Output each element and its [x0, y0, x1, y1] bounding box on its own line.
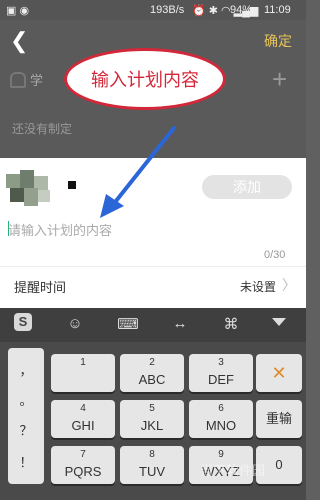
reenter-key[interactable]: 重输 [256, 400, 302, 438]
network-speed: 193B/s [150, 4, 185, 16]
key-number: 2 [149, 357, 155, 368]
chevron-left-icon[interactable]: ❮ [10, 28, 28, 54]
add-button[interactable]: 添加 [202, 175, 292, 199]
annotation-text: 输入计划内容 [91, 70, 199, 90]
command-icon[interactable]: ⌘ [219, 315, 243, 333]
char-counter: 0/30 [264, 249, 286, 261]
key-letters: DEF [208, 372, 234, 387]
key-number: 4 [80, 403, 86, 414]
punct-period-key[interactable]: 。 [8, 390, 44, 409]
key-number: 7 [80, 449, 86, 460]
empty-hint: 还没有制定 [12, 122, 73, 136]
key-letters: GHI [71, 418, 95, 433]
key-2[interactable]: 2 ABC [120, 354, 184, 392]
bell-icon [10, 72, 26, 88]
plan-content-input[interactable] [8, 220, 298, 240]
key-letters: ABC [138, 372, 166, 387]
key-number: 9 [218, 449, 224, 460]
key-number: 6 [218, 403, 224, 414]
key-number: 3 [218, 357, 224, 368]
keyboard-icon[interactable]: ⌨ [116, 315, 140, 333]
key-1[interactable]: 1 [51, 354, 115, 392]
emoji-icon[interactable]: ☺ [63, 315, 87, 332]
clock: 11:09 [264, 4, 291, 16]
plus-icon[interactable]: + [272, 64, 287, 95]
key-letters: PQRS [64, 464, 102, 479]
key-5[interactable]: 5 JKL [120, 400, 184, 438]
name-mark [68, 181, 76, 189]
status-bar: ▣ ◉ 193B/s ⏰ ✱ ◠ ▂▄▆ 94% 11:09 [0, 0, 306, 20]
punct-exclaim-key[interactable]: ！ [8, 452, 44, 471]
punct-question-key[interactable]: ？ [8, 420, 44, 439]
sogou-logo-icon[interactable]: S [14, 313, 32, 331]
battery-level: 94% [230, 4, 253, 16]
punct-comma-key[interactable]: ， [8, 360, 44, 379]
cursor-icon[interactable]: ↔ [168, 315, 192, 332]
reminder-label: 提醒时间 [14, 280, 67, 295]
key-number: 8 [149, 449, 155, 460]
key-3[interactable]: 3 DEF [189, 354, 253, 392]
study-label: 学 [30, 73, 44, 88]
delete-x-icon: ✕ [271, 363, 287, 383]
keyboard-toolbar [0, 308, 306, 342]
key-8[interactable]: 8 TUV [120, 446, 184, 484]
key-letters: MNO [205, 418, 237, 433]
watermark: 当下软件园 [200, 463, 266, 478]
key-7[interactable]: 7 PQRS [51, 446, 115, 484]
delete-key[interactable]: ✕ [256, 354, 302, 392]
key-4[interactable]: 4 GHI [51, 400, 115, 438]
key-6[interactable]: 6 MNO [189, 400, 253, 438]
reminder-value: 未设置 [240, 280, 277, 294]
key-number: 5 [149, 403, 155, 414]
text-cursor [8, 221, 9, 236]
key-letters: JKL [140, 418, 164, 433]
chevron-right-icon: 〉 [282, 277, 296, 293]
confirm-button[interactable]: 确定 [264, 31, 292, 51]
key-letters: TUV [139, 464, 165, 479]
avatar [6, 170, 56, 212]
hide-keyboard-icon[interactable] [272, 318, 286, 326]
notification-icons: ▣ ◉ [6, 5, 30, 17]
key-number: 1 [80, 357, 86, 368]
